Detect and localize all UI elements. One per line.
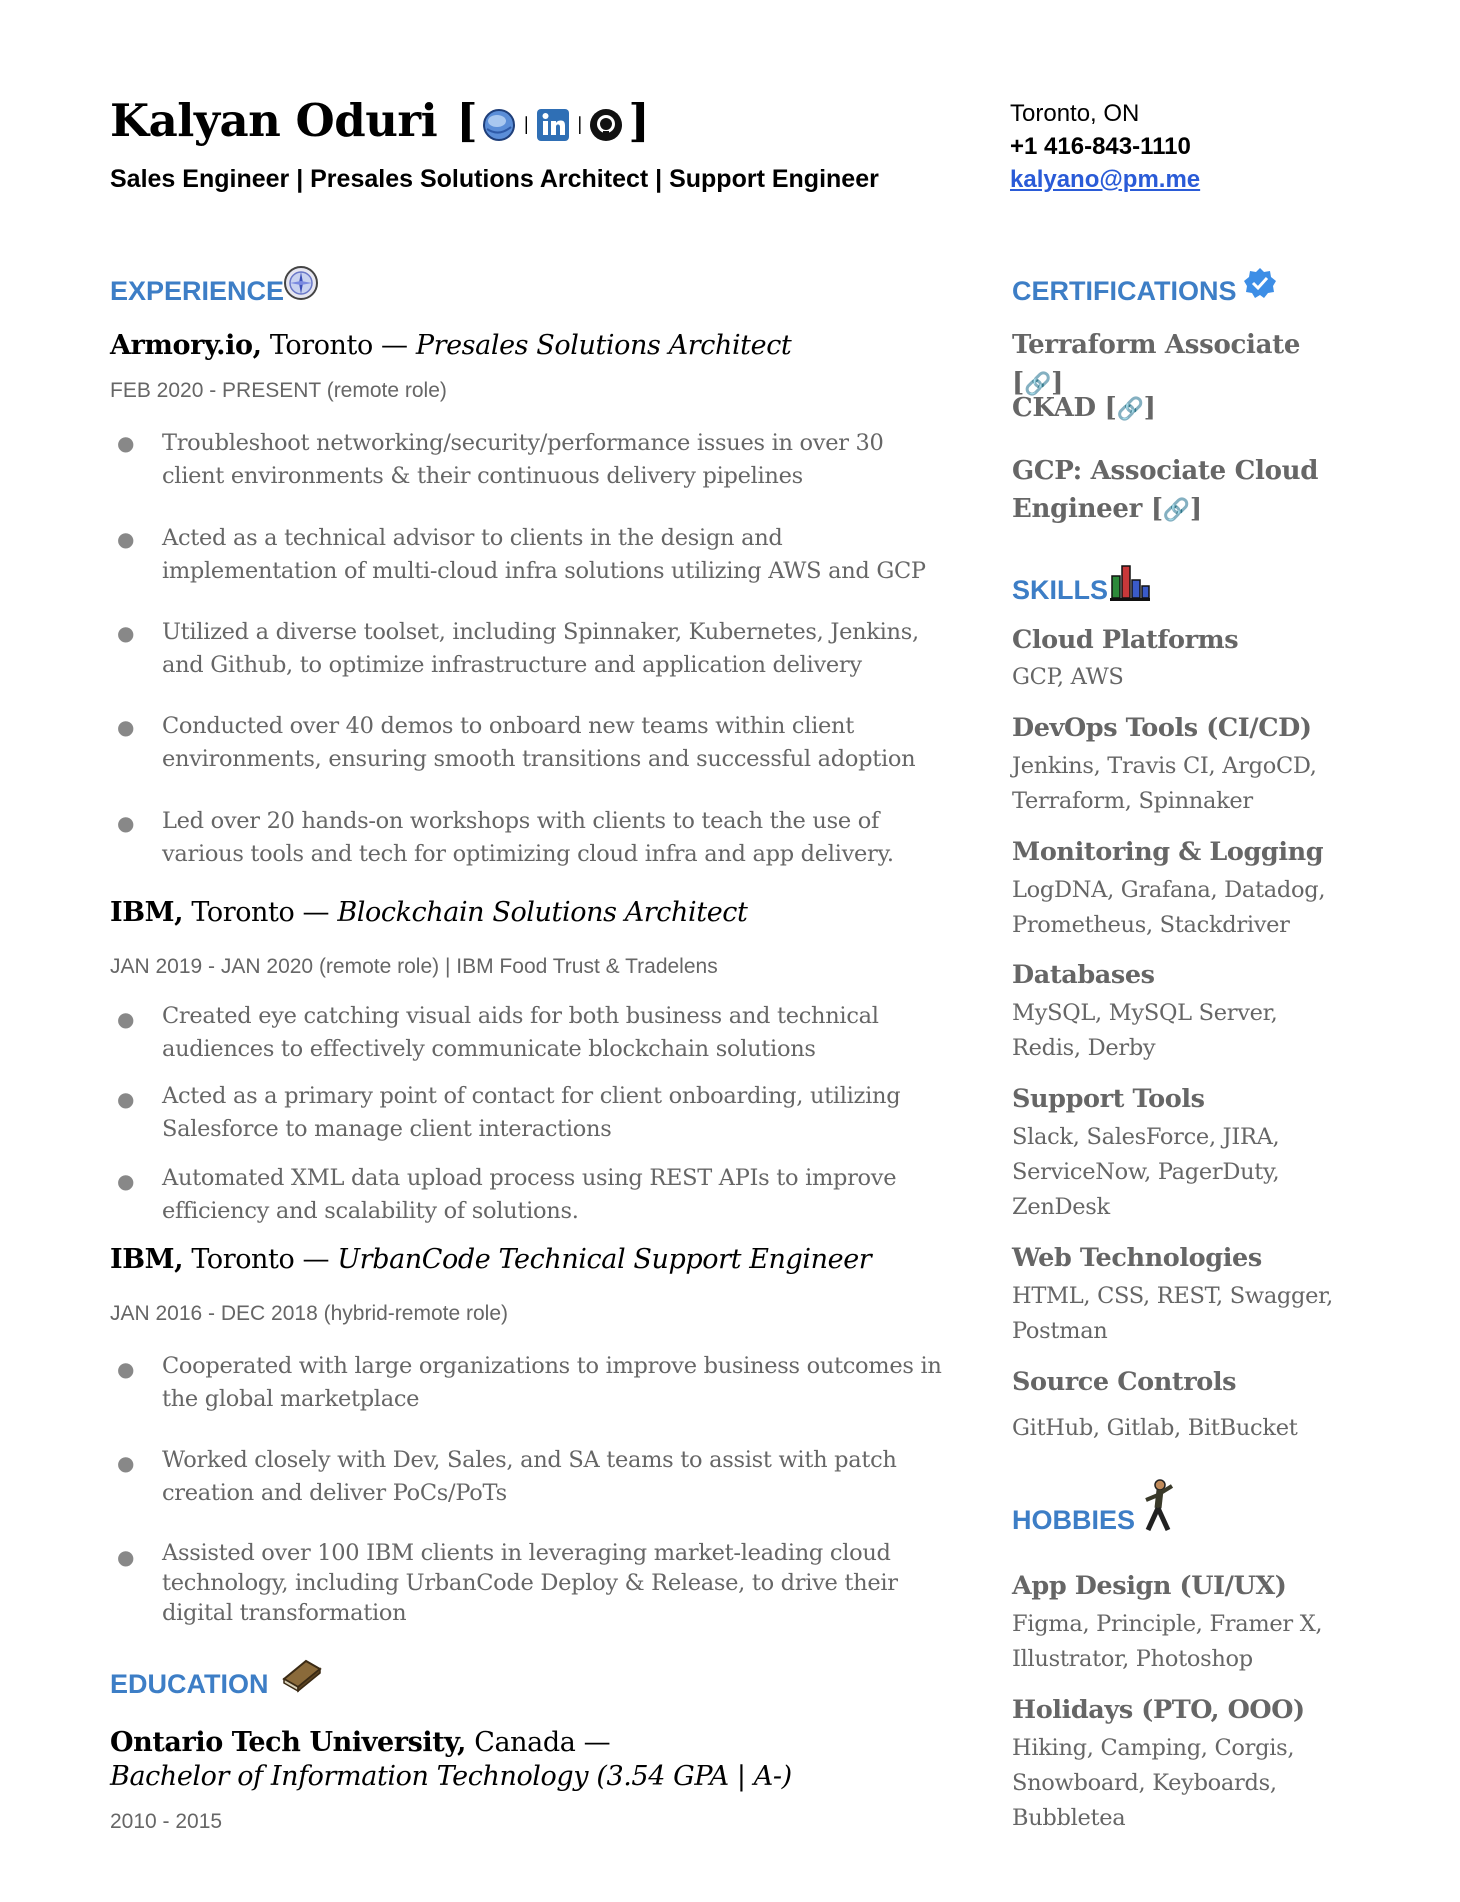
icon-separator: | <box>576 114 583 135</box>
job-bullet: Created eye catching visual aids for bot… <box>162 1003 879 1062</box>
job-location: Toronto — <box>261 330 416 361</box>
bullet-dot: ● <box>117 527 135 551</box>
job-title-line: Armory.io, Toronto — Presales Solutions … <box>110 330 792 361</box>
link-icon[interactable]: 🔗 <box>1117 397 1144 422</box>
hobby-group-title: Holidays (PTO, OOO) <box>1012 1695 1305 1725</box>
job-bullet: Acted as a primary point of contact for … <box>162 1083 901 1142</box>
job-location: Toronto — <box>183 1244 338 1275</box>
skill-group-values: GitHub, Gitlab, BitBucket <box>1012 1415 1298 1441</box>
hobby-group-values: Figma, Principle, Framer X, Illustrator,… <box>1012 1611 1323 1672</box>
skill-group-values: MySQL, MySQL Server, Redis, Derby <box>1012 1000 1278 1061</box>
hobby-group-values: Hiking, Camping, Corgis, Snowboard, Keyb… <box>1012 1735 1295 1831</box>
location-text: Toronto, ON <box>1010 100 1140 127</box>
certifications-heading: CERTIFICATIONS <box>1012 276 1237 306</box>
bar-chart-icon <box>1108 562 1152 606</box>
skills-heading: SKILLS <box>1012 575 1109 605</box>
cert-bracket: ] <box>1143 393 1156 423</box>
skill-group-title: Monitoring & Logging <box>1012 837 1324 867</box>
job-bullet: Worked closely with Dev, Sales, and SA t… <box>162 1447 897 1506</box>
job-dates: FEB 2020 - PRESENT (remote role) <box>110 379 447 402</box>
book-icon <box>280 1655 322 1697</box>
school-name: Ontario Tech University, <box>110 1727 467 1758</box>
degree-text: Bachelor of Information Technology (3.54… <box>110 1761 792 1792</box>
hobbies-heading: HOBBIES <box>1012 1505 1136 1535</box>
skill-group-values: Jenkins, Travis CI, ArgoCD, Terraform, S… <box>1012 753 1317 814</box>
job-role: Presales Solutions Architect <box>415 330 792 361</box>
cert-bracket: ] <box>1189 494 1202 524</box>
skill-group-title: Support Tools <box>1012 1084 1205 1114</box>
company-name: IBM, <box>110 1244 184 1275</box>
phone-number: +1 416-843-1110 <box>1010 133 1191 160</box>
bullet-dot: ● <box>117 1087 135 1111</box>
job-bullet: Utilized a diverse toolset, including Sp… <box>162 619 919 678</box>
bullet-dot: ● <box>117 1451 135 1475</box>
job-role: Blockchain Solutions Architect <box>337 897 748 928</box>
github-icon[interactable] <box>588 101 624 141</box>
job-bullet: Cooperated with large organizations to i… <box>162 1353 942 1412</box>
company-name: IBM, <box>110 897 184 928</box>
job-bullet: Conducted over 40 demos to onboard new t… <box>162 713 916 772</box>
cert-item: GCP: Associate Cloud Engineer [🔗] <box>1012 452 1352 530</box>
job-bullet: Acted as a technical advisor to clients … <box>162 525 926 584</box>
job-title-line: IBM, Toronto — UrbanCode Technical Suppo… <box>110 1244 872 1275</box>
job-bullet: Assisted over 100 IBM clients in leverag… <box>162 1540 898 1626</box>
cert-name: CKAD [ <box>1012 393 1117 423</box>
compass-icon <box>282 264 320 306</box>
school-line: Ontario Tech University, Canada — <box>110 1727 611 1758</box>
globe-icon[interactable] <box>481 101 517 141</box>
job-bullet: Automated XML data upload process using … <box>162 1165 897 1224</box>
skill-group-values: HTML, CSS, REST, Swagger, Postman <box>1012 1283 1333 1344</box>
bracket-open: [ <box>456 94 478 147</box>
contact-block: Toronto, ON +1 416-843-1110 kalyano@pm.m… <box>1010 97 1200 196</box>
linkedin-icon[interactable] <box>535 101 571 141</box>
job-role: UrbanCode Technical Support Engineer <box>337 1244 872 1275</box>
cert-item: CKAD [🔗] <box>1012 389 1352 429</box>
education-dates: 2010 - 2015 <box>110 1810 223 1833</box>
email-link[interactable]: kalyano@pm.me <box>1010 163 1200 196</box>
bullet-dot: ● <box>117 811 135 835</box>
verified-badge-icon <box>1243 266 1277 304</box>
bullet-dot: ● <box>117 1169 135 1193</box>
job-bullet: Troubleshoot networking/security/perform… <box>162 430 884 489</box>
school-location: Canada — <box>466 1727 611 1758</box>
company-name: Armory.io, <box>110 330 262 361</box>
hobby-group-title: App Design (UI/UX) <box>1012 1571 1287 1601</box>
education-heading: EDUCATION <box>110 1669 269 1699</box>
bracket-close: ] <box>628 94 650 147</box>
resume-name: Kalyan Oduri [ | | ] <box>110 94 653 147</box>
bullet-dot: ● <box>117 431 135 455</box>
bullet-dot: ● <box>117 1545 135 1569</box>
bullet-dot: ● <box>117 715 135 739</box>
icon-separator: | <box>523 114 529 135</box>
job-dates: JAN 2019 - JAN 2020 (remote role) | IBM … <box>110 955 718 978</box>
skill-group-title: Source Controls <box>1012 1367 1237 1397</box>
name-text: Kalyan Oduri <box>110 94 438 147</box>
degree-line: Bachelor of Information Technology (3.54… <box>110 1761 792 1792</box>
bullet-dot: ● <box>117 1357 135 1381</box>
job-dates: JAN 2016 - DEC 2018 (hybrid-remote role) <box>110 1302 508 1325</box>
skill-group-title: Databases <box>1012 960 1155 990</box>
job-location: Toronto — <box>183 897 338 928</box>
experience-heading: EXPERIENCE <box>110 276 285 306</box>
link-icon[interactable]: 🔗 <box>1163 498 1190 523</box>
job-title-line: IBM, Toronto — Blockchain Solutions Arch… <box>110 897 748 928</box>
skill-group-values: GCP, AWS <box>1012 664 1124 690</box>
bullet-dot: ● <box>117 1007 135 1031</box>
bullet-dot: ● <box>117 621 135 645</box>
skill-group-title: Cloud Platforms <box>1012 625 1239 655</box>
job-titles-subtitle: Sales Engineer | Presales Solutions Arch… <box>110 165 879 193</box>
skill-group-values: LogDNA, Grafana, Datadog, Prometheus, St… <box>1012 877 1326 938</box>
dancing-person-icon <box>1138 1478 1178 1538</box>
skill-group-values: Slack, SalesForce, JIRA, ServiceNow, Pag… <box>1012 1124 1280 1220</box>
job-bullet: Led over 20 hands-on workshops with clie… <box>162 808 894 867</box>
skill-group-title: Web Technologies <box>1012 1243 1262 1273</box>
skill-group-title: DevOps Tools (CI/CD) <box>1012 713 1312 743</box>
